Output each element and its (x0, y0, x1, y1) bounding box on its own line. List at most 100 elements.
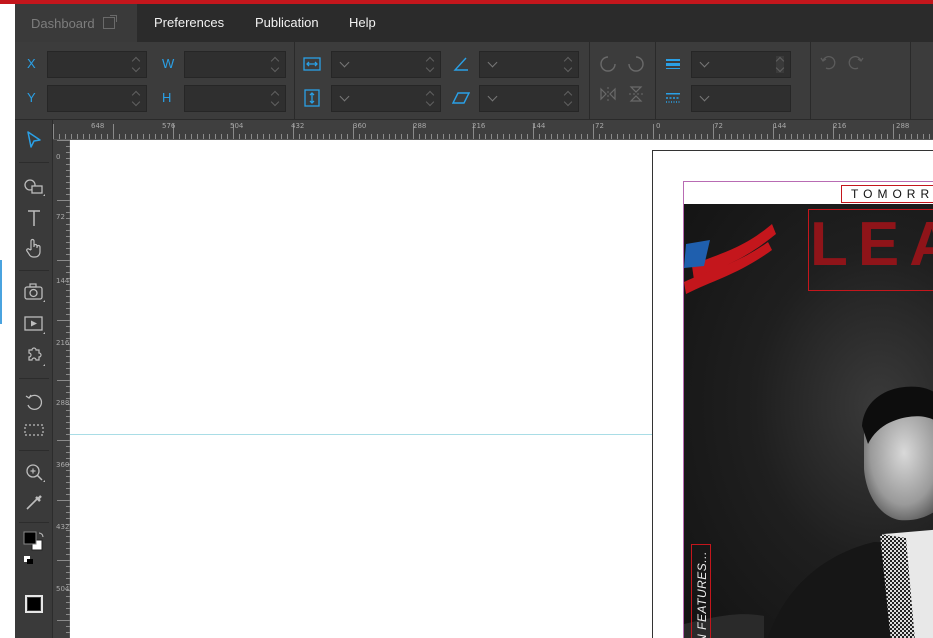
select-tool[interactable] (22, 128, 46, 152)
select-arrow-icon (27, 131, 41, 148)
design-canvas[interactable]: LEA N FEATURES... TOMORR (70, 140, 933, 638)
chevron-down-icon (339, 91, 350, 102)
x-label: X (27, 56, 36, 71)
color-swatch-icon (23, 531, 44, 565)
chevron-down-icon (487, 57, 498, 68)
flip-vertical-icon[interactable] (627, 85, 645, 103)
rotate-ccw-icon[interactable] (599, 55, 617, 73)
eyedropper-tool[interactable] (22, 490, 46, 514)
w-stepper[interactable] (271, 56, 279, 73)
ruler-label: 288 (413, 122, 427, 130)
ruler-label: 360 (56, 461, 70, 469)
stroke-weight-select[interactable] (691, 51, 791, 78)
shape-icon (24, 179, 45, 196)
hand-icon (26, 238, 41, 258)
skew-select[interactable] (479, 85, 579, 112)
toolbar-divider (910, 42, 911, 119)
text-tool[interactable] (22, 206, 46, 230)
eyedropper-icon (26, 495, 42, 510)
redo-icon[interactable] (847, 54, 865, 72)
chevron-down-icon (487, 91, 498, 102)
ruler-ticks (53, 124, 930, 139)
w-input[interactable] (184, 51, 286, 78)
features-text: N FEATURES... (695, 551, 709, 638)
height-icon[interactable] (303, 89, 321, 107)
ruler-label: 0 (656, 122, 661, 130)
undo-icon[interactable] (819, 54, 837, 72)
flip-horizontal-icon[interactable] (599, 85, 617, 103)
frame-icon (25, 595, 43, 613)
y-stepper[interactable] (132, 90, 140, 107)
tools-panel (15, 120, 53, 638)
ruler-label: 72 (595, 122, 604, 130)
vertical-ruler[interactable]: 0 72 144 216 288 360 432 504 (53, 140, 70, 638)
rotate-cw-icon[interactable] (627, 55, 645, 73)
widget-tool[interactable] (22, 344, 46, 368)
ruler-label: 288 (896, 122, 910, 130)
color-swatches[interactable] (22, 530, 46, 565)
tool-divider (19, 378, 49, 379)
rotate-tool-icon (25, 394, 43, 410)
left-edge-strip (0, 4, 15, 638)
ruler-label: 360 (353, 122, 367, 130)
rotate-tool[interactable] (22, 390, 46, 414)
video-icon (24, 316, 45, 334)
page-content-frame[interactable]: LEA N FEATURES... TOMORR (683, 181, 933, 638)
masthead-tagline[interactable]: TOMORR (841, 185, 933, 203)
ruler-label: 144 (56, 277, 70, 285)
ruler-label: 72 (714, 122, 723, 130)
ruler-label: 504 (56, 585, 70, 593)
ruler-label: 504 (230, 122, 244, 130)
y-input[interactable] (47, 85, 147, 112)
zoom-tool[interactable] (22, 460, 46, 484)
menu-publication[interactable]: Publication (255, 15, 319, 30)
width-select[interactable] (331, 51, 441, 78)
menu-help[interactable]: Help (349, 15, 376, 30)
crop-icon (24, 424, 44, 436)
masthead-title[interactable]: LEA (810, 204, 933, 286)
ruler-label: 432 (291, 122, 305, 130)
height-select[interactable] (331, 85, 441, 112)
hand-tool[interactable] (22, 236, 46, 260)
x-input[interactable] (47, 51, 147, 78)
features-text-frame[interactable]: N FEATURES... (691, 544, 711, 638)
angle-icon[interactable] (452, 55, 470, 73)
ruler-label: 432 (56, 523, 70, 531)
y-label: Y (27, 90, 36, 105)
video-tool[interactable] (22, 312, 46, 336)
ruler-label: 648 (91, 122, 105, 130)
width-stepper[interactable] (426, 56, 434, 73)
widget-icon (28, 347, 45, 366)
ruler-label: 144 (532, 122, 546, 130)
chevron-down-icon (699, 91, 710, 102)
height-stepper[interactable] (426, 90, 434, 107)
document-page[interactable]: LEA N FEATURES... TOMORR (652, 150, 933, 638)
menu-preferences[interactable]: Preferences (154, 15, 224, 30)
stroke-style-icon[interactable] (664, 89, 682, 107)
stroke-weight-icon[interactable] (664, 55, 682, 73)
angle-select[interactable] (479, 51, 579, 78)
dashboard-tab[interactable]: Dashboard (15, 4, 137, 42)
edge-indicator (0, 260, 2, 324)
h-stepper[interactable] (271, 90, 279, 107)
stroke-style-select[interactable] (691, 85, 791, 112)
h-input[interactable] (184, 85, 286, 112)
ruler-label: 0 (56, 153, 61, 161)
tool-divider (19, 450, 49, 451)
shape-tool[interactable] (22, 175, 46, 199)
image-tool[interactable] (22, 280, 46, 304)
dashboard-label: Dashboard (31, 15, 95, 31)
frame-tool[interactable] (22, 592, 46, 616)
stroke-weight-stepper[interactable] (776, 56, 784, 73)
menu-bar: Dashboard Preferences Publication Help (15, 4, 933, 42)
width-icon[interactable] (303, 55, 321, 73)
skew-icon[interactable] (452, 89, 470, 107)
crop-tool[interactable] (22, 418, 46, 442)
horizontal-ruler[interactable]: 648 576 504 432 360 288 216 144 72 0 72 … (53, 120, 933, 140)
angle-stepper[interactable] (564, 56, 572, 73)
cover-photo[interactable]: LEA N FEATURES... (684, 204, 933, 638)
skew-stepper[interactable] (564, 90, 572, 107)
toolbar-divider (294, 42, 295, 119)
x-stepper[interactable] (132, 56, 140, 73)
ruler-label: 288 (56, 399, 70, 407)
